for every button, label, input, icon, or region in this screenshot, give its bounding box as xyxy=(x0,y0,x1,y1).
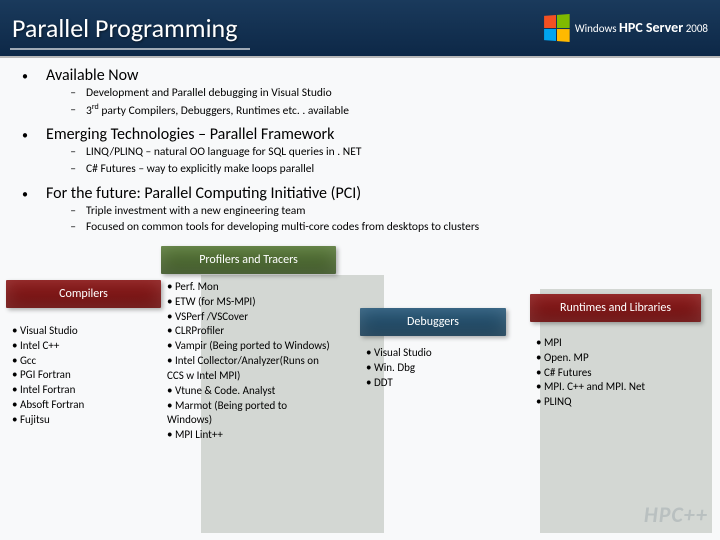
list-item: • MPI Lint++ xyxy=(167,428,332,443)
list-item: • DDT xyxy=(366,376,502,391)
debuggers-header: Debuggers xyxy=(360,308,506,336)
dash-icon: – xyxy=(66,102,76,120)
section-sub: –Development and Parallel debugging in V… xyxy=(66,85,702,102)
product-logo: Windows HPC Server 2008 xyxy=(543,15,708,41)
section-title: Available Now xyxy=(46,66,138,85)
list-item: • Open. MP xyxy=(536,351,697,366)
tool-columns: Compilers • Visual Studio• Intel C++• Gc… xyxy=(0,246,720,449)
sub-text: Triple investment with a new engineering… xyxy=(86,203,306,220)
bullet-icon: • xyxy=(18,70,32,84)
list-item: • Vampir (Being ported to Windows) xyxy=(167,339,332,354)
list-item: • MPI xyxy=(536,336,697,351)
list-item: • Vtune & Code. Analyst xyxy=(167,384,332,399)
list-item: • Fujitsu xyxy=(12,413,157,428)
section-title: Emerging Technologies – Parallel Framewo… xyxy=(46,125,334,144)
runtimes-header: Runtimes and Libraries xyxy=(530,294,701,322)
section-sub: –LINQ/PLINQ – natural OO language for SQ… xyxy=(66,144,702,161)
list-item: • Intel Collector/Analyzer(Runs on CCS w… xyxy=(167,354,332,384)
section-sub: –C# Futures – way to explicitly make loo… xyxy=(66,161,702,178)
section: •Available Now–Development and Parallel … xyxy=(18,66,702,119)
runtimes-list: • MPI• Open. MP• C# Futures• MPI. C++ an… xyxy=(530,330,701,416)
column-debuggers: Debuggers • Visual Studio• Win. Dbg• DDT xyxy=(336,308,506,449)
list-item: • PLINQ xyxy=(536,395,697,410)
windows-flag-icon xyxy=(544,14,570,42)
list-item: • Intel C++ xyxy=(12,339,157,354)
watermark: HPC++ xyxy=(644,501,708,528)
logo-year: 2008 xyxy=(686,22,708,35)
column-profilers: Profilers and Tracers • Perf. Mon• ETW (… xyxy=(161,246,336,449)
list-item: • CLRProfiler xyxy=(167,324,332,339)
bullet-icon: • xyxy=(18,129,32,143)
dash-icon: – xyxy=(66,85,76,102)
logo-line1: Windows xyxy=(575,22,617,35)
section: • Emerging Technologies – Parallel Framew… xyxy=(18,125,702,177)
list-item: • Marmot (Being ported to Windows) xyxy=(167,399,332,429)
list-item: • Visual Studio xyxy=(12,324,157,339)
sub-text: C# Futures – way to explicitly make loop… xyxy=(86,161,314,178)
list-item: • C# Futures xyxy=(536,366,697,381)
list-item: • Absoft Fortran xyxy=(12,398,157,413)
list-item: • Visual Studio xyxy=(366,346,502,361)
sub-text: 3rd party Compilers, Debuggers, Runtimes… xyxy=(86,102,349,120)
list-item: • Gcc xyxy=(12,354,157,369)
section-sub: –Focused on common tools for developing … xyxy=(66,219,702,236)
logo-line2: HPC Server xyxy=(619,19,683,36)
section-sub: –3rd party Compilers, Debuggers, Runtime… xyxy=(66,102,702,120)
dash-icon: – xyxy=(66,161,76,178)
slide-header: Parallel Programming Windows HPC Server … xyxy=(0,0,720,58)
list-item: • Intel Fortran xyxy=(12,383,157,398)
sub-text: Focused on common tools for developing m… xyxy=(86,219,479,236)
list-item: • ETW (for MS-MPI) xyxy=(167,295,332,310)
compilers-list: • Visual Studio• Intel C++• Gcc• PGI For… xyxy=(6,318,161,434)
section-sub: –Triple investment with a new engineerin… xyxy=(66,203,702,220)
section-title: For the future: Parallel Computing Initi… xyxy=(46,184,361,203)
list-item: • VSPerf /VSCover xyxy=(167,310,332,325)
column-compilers: Compilers • Visual Studio• Intel C++• Gc… xyxy=(6,280,161,449)
title-underline xyxy=(10,48,250,50)
dash-icon: – xyxy=(66,203,76,220)
logo-text: Windows HPC Server 2008 xyxy=(575,20,708,35)
section: • For the future: Parallel Computing Init… xyxy=(18,184,702,236)
sub-text: Development and Parallel debugging in Vi… xyxy=(86,85,332,102)
profilers-header: Profilers and Tracers xyxy=(161,246,336,274)
slide-body: •Available Now–Development and Parallel … xyxy=(0,58,720,246)
bullet-icon: • xyxy=(18,188,32,202)
dash-icon: – xyxy=(66,144,76,161)
list-item: • Perf. Mon xyxy=(167,280,332,295)
dash-icon: – xyxy=(66,219,76,236)
profilers-list: • Perf. Mon• ETW (for MS-MPI)• VSPerf /V… xyxy=(161,274,336,449)
compilers-header: Compilers xyxy=(6,280,161,308)
slide-title: Parallel Programming xyxy=(12,12,237,44)
sub-text: LINQ/PLINQ – natural OO language for SQL… xyxy=(86,144,361,161)
list-item: • MPI. C++ and MPI. Net xyxy=(536,380,697,395)
list-item: • Win. Dbg xyxy=(366,361,502,376)
column-runtimes: Runtimes and Libraries • MPI• Open. MP• … xyxy=(506,294,701,449)
debuggers-list: • Visual Studio• Win. Dbg• DDT xyxy=(360,340,506,397)
list-item: • PGI Fortran xyxy=(12,368,157,383)
